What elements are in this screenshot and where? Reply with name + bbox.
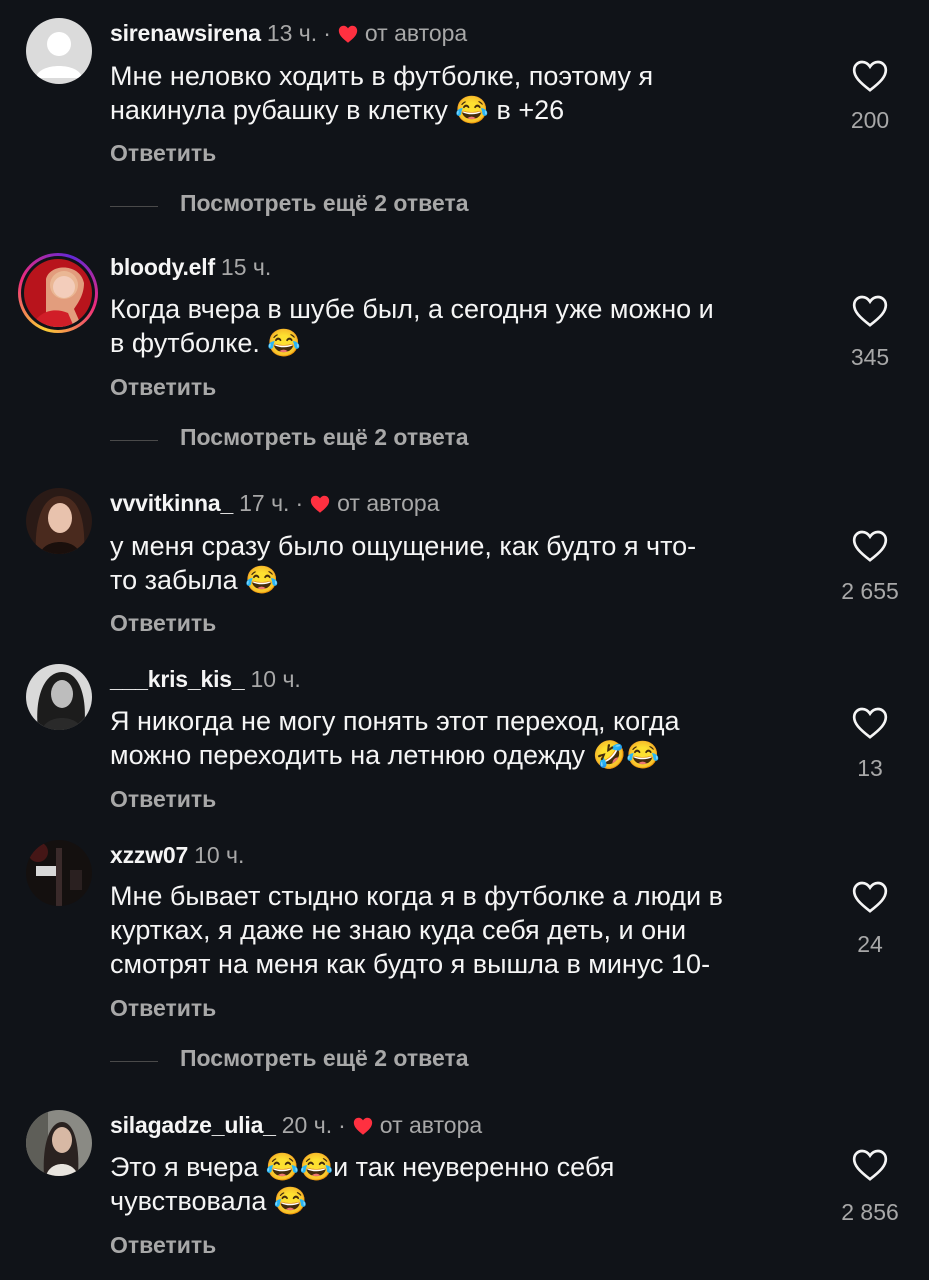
- reply-button[interactable]: Ответить: [110, 786, 216, 813]
- author-like-label: от автора: [337, 490, 440, 516]
- heart-icon[interactable]: [849, 56, 891, 96]
- meta-separator: ·: [338, 1112, 346, 1138]
- replies-divider: [110, 440, 158, 442]
- comment-text-line: чувствовала 😂: [110, 1186, 308, 1216]
- comment-text: Это я вчера 😂😂и так неуверенно себя чувс…: [110, 1150, 810, 1218]
- like-count: 2 655: [841, 578, 899, 604]
- comment-time: 15 ч.: [220, 254, 272, 280]
- view-more-replies[interactable]: Посмотреть ещё 2 ответа: [110, 188, 469, 218]
- replies-divider: [110, 1061, 158, 1063]
- comment-text-line: накинула рубашку в клетку 😂 в +26: [110, 95, 565, 125]
- comment-text-line: смотрят на меня как будто я вышла в мину…: [110, 949, 711, 979]
- comment-meta: vvvitkinna_ 17 ч. · от автора: [110, 486, 440, 520]
- reply-button[interactable]: Ответить: [110, 374, 216, 401]
- comment-text-line: можно переходить на летнюю одежду 🤣😂: [110, 740, 660, 770]
- comment-text-line: Мне неловко ходить в футболке, поэтому я: [110, 61, 654, 91]
- meta-separator: ·: [323, 20, 331, 46]
- comment-text-line: куртках, я даже не знаю куда себя деть, …: [110, 915, 687, 945]
- like-count: 13: [857, 755, 883, 781]
- comment-meta: ___kris_kis_ 10 ч.: [110, 662, 301, 696]
- comment-text-line: у меня сразу было ощущение, как будто я …: [110, 531, 697, 561]
- comment-time: 10 ч.: [250, 666, 301, 692]
- author-like-label: от автора: [379, 1112, 483, 1138]
- avatar[interactable]: [26, 840, 92, 906]
- heart-icon[interactable]: [849, 291, 891, 331]
- heart-icon[interactable]: [849, 526, 891, 566]
- author-heart-icon: [310, 495, 330, 513]
- comment-text-line: то забыла 😂: [110, 565, 279, 595]
- comment-username[interactable]: sirenawsirena: [110, 20, 261, 46]
- heart-icon[interactable]: [849, 877, 891, 917]
- comment-text: Мне неловко ходить в футболке, поэтому я…: [110, 59, 810, 127]
- author-like-label: от автора: [364, 20, 468, 46]
- like-count: 345: [850, 344, 890, 370]
- comment-text: у меня сразу было ощущение, как будто я …: [110, 529, 810, 597]
- view-more-replies[interactable]: Посмотреть ещё 2 ответа: [110, 422, 469, 452]
- author-heart-icon: [338, 25, 358, 43]
- comment-time: 20 ч.: [281, 1112, 333, 1138]
- avatar-inner: [21, 256, 95, 330]
- comment-meta: silagadze_ulia_ 20 ч. · от автора: [110, 1108, 482, 1142]
- meta-separator: ·: [295, 490, 304, 516]
- comment-meta: xzzw07 10 ч.: [110, 838, 244, 872]
- reply-button[interactable]: Ответить: [110, 995, 216, 1022]
- comment-text: Я никогда не могу понять этот переход, к…: [110, 704, 810, 772]
- view-more-replies[interactable]: Посмотреть ещё 2 ответа: [110, 1043, 469, 1073]
- comment-meta: bloody.elf 15 ч.: [110, 250, 271, 284]
- heart-icon[interactable]: [849, 1145, 891, 1185]
- story-ring-avatar[interactable]: [18, 253, 98, 333]
- avatar[interactable]: [26, 488, 92, 554]
- comment-time: 10 ч.: [194, 842, 245, 868]
- comment-username[interactable]: ___kris_kis_: [110, 666, 245, 692]
- comment-username[interactable]: bloody.elf: [110, 254, 215, 280]
- comment-text-line: Мне бывает стыдно когда я в футболке а л…: [110, 881, 723, 911]
- view-more-replies-label[interactable]: Посмотреть ещё 2 ответа: [180, 1045, 469, 1071]
- comment-text-line: в футболке. 😂: [110, 328, 302, 358]
- comment-username[interactable]: xzzw07: [110, 842, 188, 868]
- reply-button[interactable]: Ответить: [110, 140, 216, 167]
- avatar[interactable]: [26, 664, 92, 730]
- default-avatar-icon[interactable]: [26, 18, 92, 84]
- heart-icon[interactable]: [849, 703, 891, 743]
- comment-text: Мне бывает стыдно когда я в футболке а л…: [110, 879, 810, 981]
- comment-time: 17 ч.: [239, 490, 290, 516]
- view-more-replies-label[interactable]: Посмотреть ещё 2 ответа: [180, 424, 469, 450]
- comment-username[interactable]: silagadze_ulia_: [110, 1112, 276, 1138]
- avatar[interactable]: [26, 1110, 92, 1176]
- comment-text-line: Это я вчера 😂😂и так неуверенно себя: [110, 1152, 615, 1182]
- comment-text: Когда вчера в шубе был, а сегодня уже мо…: [110, 292, 810, 360]
- like-count: 24: [857, 931, 883, 957]
- replies-divider: [110, 206, 158, 208]
- reply-button[interactable]: Ответить: [110, 1232, 216, 1259]
- comment-text-line: Когда вчера в шубе был, а сегодня уже мо…: [110, 294, 714, 324]
- author-heart-icon: [353, 1117, 372, 1135]
- comment-username[interactable]: vvvitkinna_: [110, 490, 233, 516]
- like-count: 2 856: [841, 1199, 899, 1225]
- comment-time: 13 ч.: [266, 20, 318, 46]
- comment-text-line: Я никогда не могу понять этот переход, к…: [110, 706, 680, 736]
- like-count: 200: [850, 107, 890, 133]
- comment-meta: sirenawsirena 13 ч. · от автора: [110, 16, 467, 50]
- reply-button[interactable]: Ответить: [110, 610, 216, 637]
- view-more-replies-label[interactable]: Посмотреть ещё 2 ответа: [180, 190, 469, 216]
